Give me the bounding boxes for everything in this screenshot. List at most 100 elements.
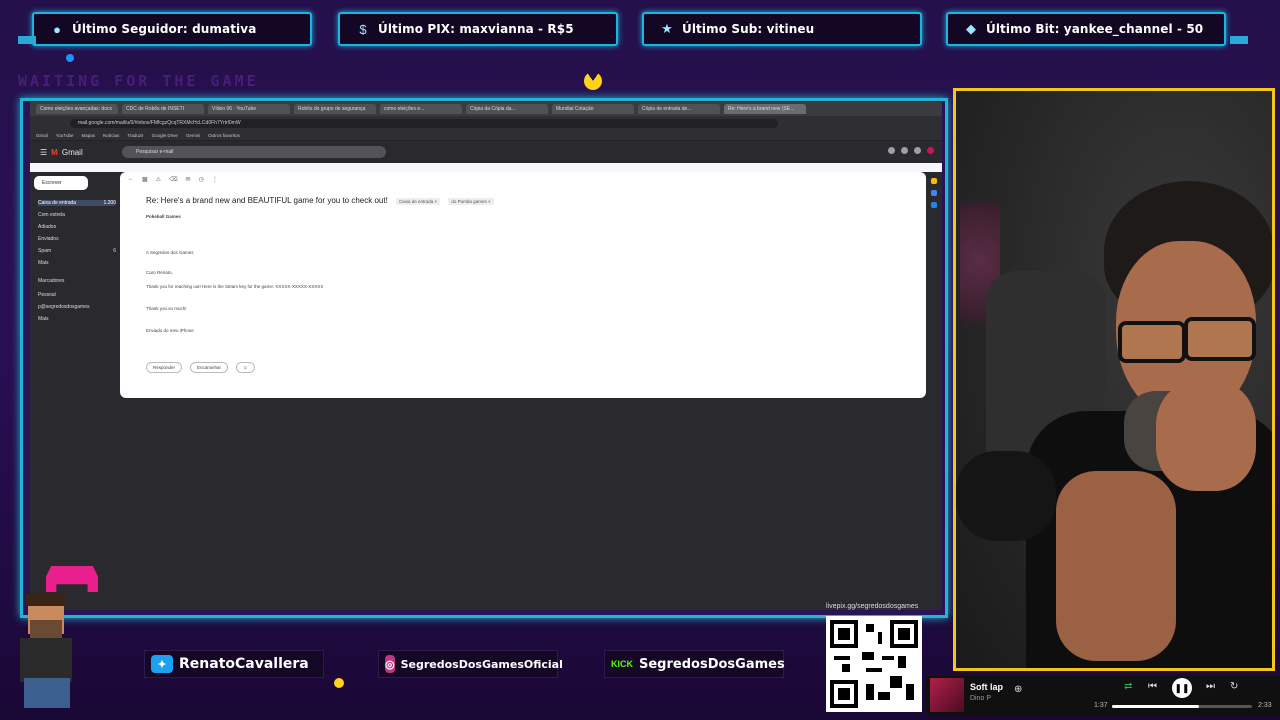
gmail-side-panel <box>926 172 942 610</box>
avatar[interactable] <box>927 147 934 154</box>
email-line: Thank you for reaching out! Here is the … <box>146 284 324 289</box>
star-icon: ★ <box>661 21 673 36</box>
browser-tab[interactable]: Como eleições avançadas: docs <box>36 104 118 114</box>
sidebar-item-sent[interactable]: Enviados <box>38 236 116 242</box>
browser-tab[interactable]: Cópia da Cópia da... <box>466 104 548 114</box>
forward-button[interactable]: Encaminhar <box>190 362 229 373</box>
sidebar-item-inbox[interactable]: Caixa de entrada 1.200 <box>38 200 116 206</box>
label-text: p@segredosdosgames <box>38 304 90 310</box>
bookmark-item[interactable]: Gemini <box>186 133 200 138</box>
progress-bar[interactable] <box>1112 705 1252 708</box>
label-chip[interactable]: Caixa de entrada × <box>396 198 441 205</box>
sidebar-item-more[interactable]: Mais <box>38 260 116 266</box>
kick-handle: KICK SegredosDosGames <box>604 650 785 678</box>
last-sub-bar: ★ Último Sub: vitineu <box>642 12 922 46</box>
time-total: 2:33 <box>1258 702 1272 709</box>
sidebar-item-spam[interactable]: Spam 6 <box>38 248 116 254</box>
browser-tab[interactable]: CDC de Robôs de INSETI <box>122 104 204 114</box>
sidebar-label-item[interactable]: Pessoal <box>38 292 116 298</box>
tasks-icon[interactable] <box>931 190 937 196</box>
last-follower-bar: ● Último Seguidor: dumativa <box>32 12 312 46</box>
delete-icon[interactable]: ⌫ <box>169 176 177 183</box>
track-artist: Dino P <box>970 695 992 702</box>
gmail-search-input[interactable]: Pesquisar e-mail <box>122 146 386 158</box>
bookmark-item[interactable]: Google Drive <box>152 133 178 138</box>
bookmark-item[interactable]: Mapas <box>81 133 95 138</box>
last-follower-text: Último Seguidor: dumativa <box>72 22 257 36</box>
browser-tabbar: Como eleições avançadas: docs CDC de Rob… <box>30 102 942 116</box>
bookmark-item[interactable]: Outros favoritos <box>208 133 240 138</box>
pixel-avatar-beard <box>30 620 62 638</box>
webcam-frame <box>953 88 1275 671</box>
help-icon[interactable] <box>888 147 895 154</box>
labels-header-text: Marcadores <box>38 278 65 284</box>
labels-header: Marcadores <box>38 278 116 284</box>
sidebar-item-starred[interactable]: Com estrela <box>38 212 116 218</box>
twitter-handle-text: RenatoCavallera <box>179 656 309 672</box>
shuffle-icon[interactable]: ⇄ <box>1124 681 1132 692</box>
glasses-icon <box>1184 317 1256 361</box>
browser-tab[interactable]: como eleições e... <box>380 104 462 114</box>
sidebar-item-label: Mais <box>38 260 49 266</box>
pixel-avatar-legs <box>24 678 70 708</box>
bookmark-item[interactable]: Traduzir <box>127 133 143 138</box>
emoji-icon[interactable]: ☺ <box>236 362 255 373</box>
dollar-icon: $ <box>359 21 367 37</box>
add-icon[interactable]: ⊕ <box>1014 684 1022 695</box>
previous-icon[interactable]: ⏮ <box>1148 681 1157 692</box>
music-player: Soft lap Dino P ⊕ ⇄ ⏮ ❚❚ ⏭ ↻ 1:37 2:33 <box>926 676 1280 716</box>
last-bit-bar: ◆ Último Bit: yankee_channel - 50 <box>946 12 1226 46</box>
gmail-body: Escrever Caixa de entrada 1.200 Com estr… <box>30 172 942 610</box>
sidebar-label-item[interactable]: Mais <box>38 316 116 322</box>
sidebar-item-label: Com estrela <box>38 212 65 218</box>
sidebar-label-item[interactable]: p@segredosdosgames <box>38 304 116 310</box>
last-pix-text: Último PIX: maxvianna - R$5 <box>378 22 574 36</box>
contacts-icon[interactable] <box>931 202 937 208</box>
pacman-icon <box>584 72 602 90</box>
sidebar-item-snoozed[interactable]: Adiados <box>38 224 116 230</box>
compose-button[interactable]: Escrever <box>34 176 88 190</box>
back-icon[interactable]: ← <box>128 176 134 182</box>
pause-button[interactable]: ❚❚ <box>1172 678 1192 698</box>
address-row: mail.google.com/mail/u/0/#inbox/FMfcgzQc… <box>30 116 942 130</box>
apps-icon[interactable] <box>914 147 921 154</box>
browser-tab-active[interactable]: Re: Here's a brand new (SE... <box>724 104 806 114</box>
report-icon[interactable]: ⚠ <box>156 176 161 183</box>
pixel-avatar-body <box>20 638 72 682</box>
progress-fill <box>1112 705 1199 708</box>
sidebar-item-label: Enviados <box>38 236 59 242</box>
snooze-icon[interactable]: ◷ <box>199 176 204 183</box>
qr-code[interactable] <box>826 616 922 712</box>
gmail-m-icon: M <box>51 147 58 157</box>
address-bar[interactable]: mail.google.com/mail/u/0/#inbox/FMfcgzQc… <box>70 118 778 128</box>
pixel-decoration <box>1230 36 1248 44</box>
bookmark-item[interactable]: Gmail <box>36 133 48 138</box>
browser-tab[interactable]: Vídeo 06 · YouTube <box>208 104 290 114</box>
diamond-icon: ◆ <box>966 21 976 36</box>
last-pix-bar: $ Último PIX: maxvianna - R$5 <box>338 12 618 46</box>
next-icon[interactable]: ⏭ <box>1206 681 1215 692</box>
bookmark-item[interactable]: YouTube <box>56 133 74 138</box>
twitter-icon: ✦ <box>151 655 173 673</box>
pixel-decoration <box>66 54 74 62</box>
last-sub-text: Último Sub: vitineu <box>682 22 815 36</box>
waiting-banner: WAITING FOR THE GAME <box>18 72 259 90</box>
mark-unread-icon[interactable]: ✉ <box>186 176 191 183</box>
browser-window[interactable]: Como eleições avançadas: docs CDC de Rob… <box>30 102 942 610</box>
streamer-hand <box>1156 381 1256 491</box>
menu-icon[interactable]: ☰ <box>40 148 47 157</box>
browser-tab[interactable]: Robôs do grupo de segurança <box>294 104 376 114</box>
browser-tab[interactable]: Mundial Cotação <box>552 104 634 114</box>
label-chip[interactable]: do Pumba games × <box>448 198 494 205</box>
more-icon[interactable]: ⋮ <box>212 176 218 183</box>
track-title: Soft lap <box>970 682 1003 692</box>
reply-button[interactable]: Responder <box>146 362 183 373</box>
email-toolbar: ← ▩ ⚠ ⌫ ✉ ◷ ⋮ <box>120 172 926 186</box>
keep-icon[interactable] <box>931 178 937 184</box>
archive-icon[interactable]: ▩ <box>142 176 148 183</box>
browser-tab[interactable]: Cópia de entrada de... <box>638 104 720 114</box>
gmail-logo[interactable]: ☰ M Gmail <box>40 148 83 157</box>
gear-icon[interactable] <box>901 147 908 154</box>
bookmark-item[interactable]: Notícias <box>103 133 119 138</box>
repeat-icon[interactable]: ↻ <box>1230 681 1238 692</box>
